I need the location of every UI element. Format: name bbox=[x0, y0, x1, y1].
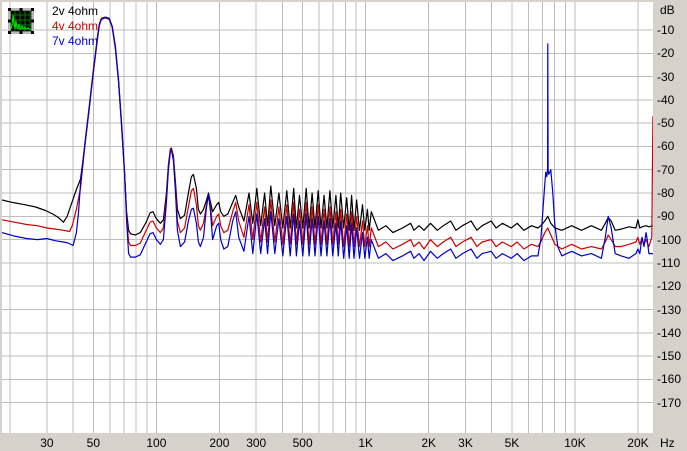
y-tick-label: -120 bbox=[657, 279, 682, 294]
x-tick-label: 5K bbox=[504, 436, 520, 450]
y-tick-label: -70 bbox=[657, 162, 675, 177]
x-tick-label: 50 bbox=[86, 436, 101, 450]
legend-item: 7v 4ohm bbox=[52, 34, 99, 48]
y-tick-label: -10 bbox=[657, 22, 675, 37]
y-tick-label: -50 bbox=[657, 116, 675, 131]
y-tick-label: -30 bbox=[657, 69, 675, 84]
x-tick-label: 20K bbox=[627, 436, 649, 450]
trace-2v-4ohm bbox=[2, 17, 653, 236]
y-tick-label: -100 bbox=[657, 232, 682, 247]
legend: 2v 4ohm 4v 4ohm 7v 4ohm bbox=[52, 4, 98, 49]
x-axis-unit-label: Hz bbox=[660, 436, 675, 450]
x-tick-label: 30 bbox=[40, 436, 54, 450]
x-tick-label: 10K bbox=[564, 436, 586, 450]
legend-item: 4v 4ohm bbox=[52, 19, 99, 33]
y-tick-label: -40 bbox=[657, 92, 675, 107]
y-tick-label: -80 bbox=[657, 186, 675, 201]
y-tick-label: -130 bbox=[657, 302, 682, 317]
x-tick-label: 100 bbox=[146, 436, 167, 450]
x-tick-label: 200 bbox=[209, 436, 230, 450]
y-tick-label: -60 bbox=[657, 139, 675, 154]
y-tick-label: -140 bbox=[657, 325, 682, 340]
x-tick-label: 2K bbox=[421, 436, 436, 450]
y-tick-label: -110 bbox=[657, 255, 681, 270]
x-tick-label: 500 bbox=[292, 436, 313, 450]
y-tick-label: -20 bbox=[657, 46, 675, 61]
x-tick-label: 1K bbox=[358, 436, 373, 450]
y-tick-label: -150 bbox=[657, 349, 682, 364]
y-tick-label: -160 bbox=[657, 372, 682, 387]
y-tick-label: -170 bbox=[657, 395, 682, 410]
x-tick-label: 300 bbox=[246, 436, 267, 450]
x-tick-label: 3K bbox=[458, 436, 473, 450]
spectrum-analyzer-window: 2v 4ohm 4v 4ohm 7v 4ohm dB Hz -10 -20 -30 -40… bbox=[0, 0, 687, 451]
y-tick-label: -90 bbox=[657, 209, 675, 224]
y-axis-unit-label: dB bbox=[660, 3, 675, 17]
spectrum-chart bbox=[2, 2, 653, 433]
legend-item: 2v 4ohm bbox=[52, 4, 99, 18]
spectrum-thumbnail-icon[interactable] bbox=[8, 8, 34, 34]
